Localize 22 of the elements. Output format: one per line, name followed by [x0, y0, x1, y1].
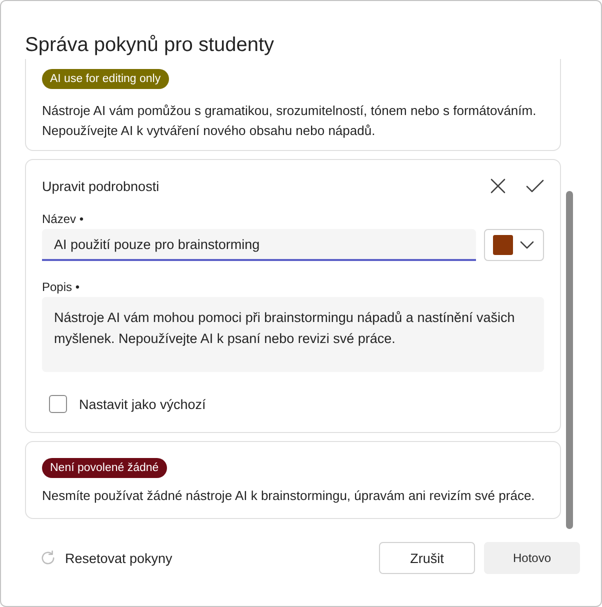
reset-button[interactable]: Resetovat pokyny: [40, 550, 172, 566]
scrollbar-thumb[interactable]: [566, 191, 573, 529]
guideline-badge: Není povolené žádné: [42, 458, 167, 478]
description-input[interactable]: Nástroje AI vám mohou pomoci při brainstormingu nápadů a nastínění vašich myšlenek. Nepoužívejte AI k psaní nebo revizi své práce.: [42, 297, 544, 372]
guideline-description: Nesmíte používat žádné nástroje AI k brainstormingu, úpravám ani revizím své práce.: [42, 487, 536, 505]
default-checkbox[interactable]: [49, 395, 67, 413]
dialog-title: Správa pokynů pro studenty: [24, 33, 276, 58]
checkbox-label[interactable]: Nastavit jako výchozí: [79, 396, 206, 412]
close-icon[interactable]: [490, 178, 506, 194]
name-input[interactable]: AI použití pouze pro brainstorming: [42, 229, 476, 261]
guideline-badge: AI use for editing only: [42, 69, 169, 89]
guideline-description: Nástroje AI vám pomůžou s gramatikou, srozumitelností, tónem nebo s formátováním. Nepoužívejte AI k vytváření nového obsahu nebo nápadů.: [42, 102, 538, 140]
field-label: Popis •: [42, 279, 81, 295]
cancel-button[interactable]: Zrušit: [379, 542, 475, 574]
chevron-down-icon: [520, 241, 534, 249]
check-icon[interactable]: [526, 179, 544, 193]
refresh-icon: [40, 550, 56, 566]
edit-heading: Upravit podrobnosti: [42, 178, 160, 194]
guideline-card[interactable]: AI use for editing only Nástroje AI vám pomůžou s gramatikou, srozumitelností, tónem nebo s formátováním. Nepoužívejte AI k vytváření nového obsahu nebo nápadů.: [25, 59, 561, 151]
color-dropdown[interactable]: [484, 229, 544, 261]
field-label: Název •: [42, 211, 85, 227]
guideline-card[interactable]: Není povolené žádné Nesmíte používat žádné nástroje AI k brainstormingu, úpravám ani revizím své práce.: [25, 441, 561, 519]
